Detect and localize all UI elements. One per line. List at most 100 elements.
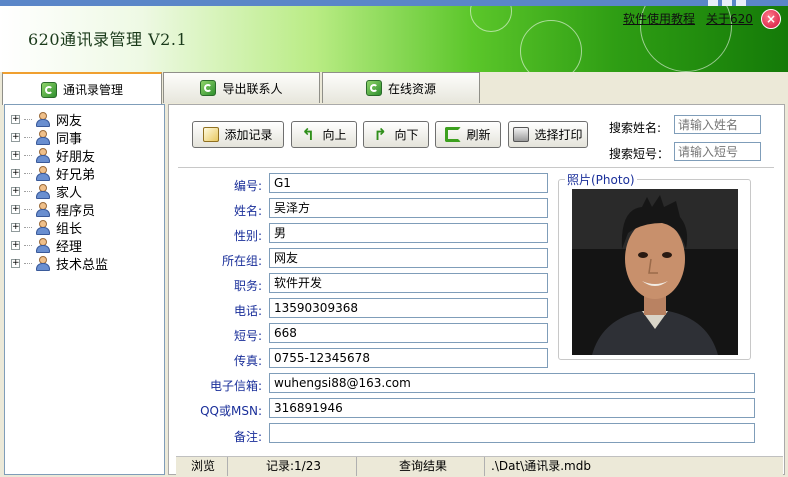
id-label: 编号: xyxy=(233,179,262,193)
name-field[interactable]: 吴泽方 xyxy=(269,198,548,218)
id-field[interactable]: G1 xyxy=(269,173,548,193)
previous-record-button[interactable]: 向上 xyxy=(291,121,357,148)
status-bar: 浏览 记录:1/23 查询结果 .\Dat\通讯录.mdb xyxy=(176,456,783,476)
portrait-image xyxy=(572,189,738,355)
header-decoration xyxy=(520,20,582,72)
refresh-green-icon xyxy=(200,80,217,96)
expand-icon[interactable]: + xyxy=(11,204,20,214)
status-query: 查询结果 xyxy=(357,457,485,476)
previous-label: 向上 xyxy=(322,128,347,142)
position-label: 职务: xyxy=(233,279,262,293)
expand-icon[interactable]: + xyxy=(11,114,20,124)
next-label: 向下 xyxy=(394,128,419,142)
contact-photo xyxy=(572,189,738,355)
expand-icon[interactable]: + xyxy=(11,222,20,232)
user-group-icon xyxy=(34,183,52,199)
expand-icon[interactable]: + xyxy=(11,258,20,268)
add-record-button[interactable]: 添加记录 xyxy=(192,121,284,148)
tree-item-group[interactable]: + 家人 xyxy=(11,182,83,201)
tree-item-group[interactable]: + 组长 xyxy=(11,218,83,237)
tree-item-group[interactable]: + 同事 xyxy=(11,128,83,147)
email-label: 电子信箱: xyxy=(209,379,262,393)
tab-label: 在线资源 xyxy=(387,81,436,96)
refresh-green-icon xyxy=(365,80,382,96)
arrow-up-icon xyxy=(301,127,317,142)
user-group-icon xyxy=(34,129,52,145)
qq-msn-label: QQ或MSN: xyxy=(200,404,262,418)
tree-item-label: 家人 xyxy=(56,185,83,201)
next-record-button[interactable]: 向下 xyxy=(363,121,429,148)
tree-item-label: 同事 xyxy=(56,131,83,147)
about-link[interactable]: 关于620 xyxy=(706,10,753,27)
fax-field[interactable]: 0755-12345678 xyxy=(269,348,548,368)
email-field[interactable]: wuhengsi88@163.com xyxy=(269,373,755,393)
arrow-down-icon xyxy=(373,127,389,142)
maximize-window-icon[interactable] xyxy=(722,0,732,6)
search-short-label: 搜索短号： xyxy=(609,147,670,161)
user-group-icon xyxy=(34,201,52,217)
tab-contacts[interactable]: 通讯录管理 xyxy=(2,72,162,105)
tree-item-group[interactable]: + 经理 xyxy=(11,236,83,255)
qq-msn-field[interactable]: 316891946 xyxy=(269,398,755,418)
photo-legend: 照片(Photo) xyxy=(565,171,637,188)
tree-item-group[interactable]: + 程序员 xyxy=(11,200,96,219)
window-titlebar xyxy=(0,0,788,6)
gender-label: 性别: xyxy=(233,229,262,243)
close-window-icon[interactable] xyxy=(736,0,746,6)
phone-field[interactable]: 13590309368 xyxy=(269,298,548,318)
name-label: 姓名: xyxy=(233,204,262,218)
add-record-label: 添加记录 xyxy=(224,128,273,142)
toolbar-divider xyxy=(178,167,774,168)
refresh-icon xyxy=(445,127,462,142)
user-group-icon xyxy=(34,165,52,181)
user-group-icon xyxy=(34,255,52,271)
short-number-field[interactable]: 668 xyxy=(269,323,548,343)
tree-item-label: 好兄弟 xyxy=(56,167,96,183)
status-record-count: 记录:1/23 xyxy=(228,457,357,476)
expand-icon[interactable]: + xyxy=(11,186,20,196)
gender-field[interactable]: 男 xyxy=(269,223,548,243)
search-short-input[interactable] xyxy=(674,142,761,161)
print-button[interactable]: 选择打印 xyxy=(508,121,588,148)
tree-item-label: 程序员 xyxy=(56,203,96,219)
expand-icon[interactable]: + xyxy=(11,240,20,250)
app-title: 620通讯录管理 V2.1 xyxy=(28,30,188,49)
tree-item-group[interactable]: + 技术总监 xyxy=(11,254,109,273)
phone-label: 电话: xyxy=(233,304,262,318)
search-name-label: 搜索姓名: xyxy=(609,121,662,135)
refresh-green-icon xyxy=(40,81,57,98)
fax-label: 传真: xyxy=(233,354,262,368)
position-field[interactable]: 软件开发 xyxy=(269,273,548,293)
close-app-button[interactable]: × xyxy=(761,9,781,29)
tree-item-group[interactable]: + 好朋友 xyxy=(11,146,96,165)
group-tree[interactable]: + 网友 + 同事 + 好朋友 + 好兄弟 + 家人 + 程序员 + 组长 + … xyxy=(4,104,165,475)
tab-label: 通讯录管理 xyxy=(62,83,123,97)
user-group-icon xyxy=(34,111,52,127)
expand-icon[interactable]: + xyxy=(11,168,20,178)
tab-export[interactable]: 导出联系人 xyxy=(163,72,320,103)
tree-item-label: 经理 xyxy=(56,239,83,255)
tutorial-link[interactable]: 软件使用教程 xyxy=(623,10,695,27)
expand-icon[interactable]: + xyxy=(11,132,20,142)
edit-note-icon xyxy=(203,127,220,142)
tree-item-label: 网友 xyxy=(56,113,83,129)
group-label: 所在组: xyxy=(221,254,262,268)
tab-online-resources[interactable]: 在线资源 xyxy=(322,72,480,103)
print-label: 选择打印 xyxy=(534,128,583,142)
tree-item-label: 好朋友 xyxy=(56,149,96,165)
status-mode: 浏览 xyxy=(176,457,228,476)
refresh-button[interactable]: 刷新 xyxy=(435,121,501,148)
user-group-icon xyxy=(34,237,52,253)
note-label: 备注: xyxy=(233,430,262,444)
group-field[interactable]: 网友 xyxy=(269,248,548,268)
tree-item-label: 技术总监 xyxy=(56,257,109,273)
tree-item-group[interactable]: + 网友 xyxy=(11,110,83,129)
search-name-input[interactable] xyxy=(674,115,761,134)
status-db-path: .\Dat\通讯录.mdb xyxy=(491,459,591,473)
minimize-window-icon[interactable] xyxy=(708,0,718,6)
expand-icon[interactable]: + xyxy=(11,150,20,160)
tree-item-label: 组长 xyxy=(56,221,83,237)
tree-item-group[interactable]: + 好兄弟 xyxy=(11,164,96,183)
note-field[interactable] xyxy=(269,423,755,443)
user-group-icon xyxy=(34,147,52,163)
